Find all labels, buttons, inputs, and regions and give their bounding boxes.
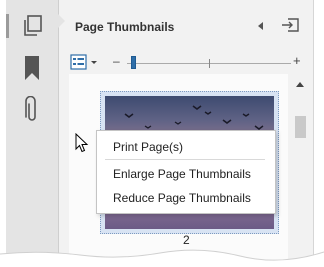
zoom-in-button[interactable]: + xyxy=(293,53,301,68)
page-thumbnails-icon xyxy=(24,15,42,36)
view-options-dropdown[interactable] xyxy=(70,54,100,72)
attachments-button[interactable] xyxy=(16,94,48,126)
collapse-arrow-icon[interactable] xyxy=(258,22,263,30)
torn-edge-decoration xyxy=(0,249,324,267)
vertical-scrollbar[interactable] xyxy=(288,74,313,262)
panel-header: Page Thumbnails xyxy=(58,0,313,44)
zoom-tick xyxy=(209,59,210,68)
scroll-up-arrow-icon[interactable] xyxy=(296,82,304,87)
attachments-icon xyxy=(25,96,36,121)
menu-item-enlarge-thumbnails[interactable]: Enlarge Page Thumbnails xyxy=(113,167,251,181)
context-menu: Print Page(s) Enlarge Page Thumbnails Re… xyxy=(96,130,276,214)
bookmarks-button[interactable] xyxy=(16,52,48,84)
page-thumbnails-button[interactable] xyxy=(6,10,48,42)
zoom-thumb[interactable] xyxy=(131,56,136,69)
menu-item-reduce-thumbnails[interactable]: Reduce Page Thumbnails xyxy=(113,191,251,205)
pdf-viewer-navigation-pane: Page Thumbnails – + 2 Print Page(s) Enla… xyxy=(6,0,324,267)
panel-pointer xyxy=(58,14,65,28)
mouse-cursor-icon xyxy=(75,133,89,153)
menu-item-print-pages[interactable]: Print Page(s) xyxy=(113,140,183,154)
scrollbar-thumb[interactable] xyxy=(295,116,306,138)
thumbnail-zoom-slider[interactable]: – + xyxy=(113,53,301,72)
close-panel-icon xyxy=(282,18,299,32)
zoom-out-button[interactable]: – xyxy=(113,54,120,68)
thumbnails-toolbar: – + xyxy=(59,48,313,76)
page-number-label: 2 xyxy=(183,233,190,247)
navigation-rail xyxy=(6,0,59,262)
menu-separator xyxy=(105,159,265,160)
bookmarks-icon xyxy=(25,56,39,80)
list-view-icon xyxy=(70,54,97,70)
close-panel-button[interactable] xyxy=(280,15,300,35)
panel-title: Page Thumbnails xyxy=(75,20,175,34)
